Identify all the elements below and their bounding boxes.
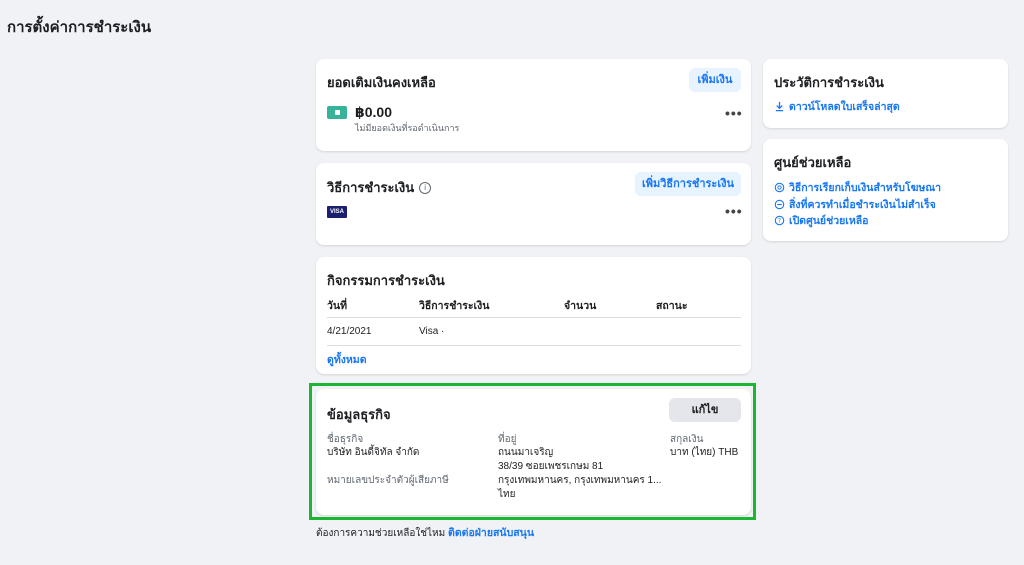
balance-more-button[interactable]: •••	[725, 105, 743, 121]
help-link-billing[interactable]: วิธีการเรียกเก็บเงินสำหรับโฆษณา	[774, 179, 941, 196]
help-link-open-center[interactable]: ? เปิดศูนย์ช่วยเหลือ	[774, 212, 869, 229]
balance-note: ไม่มียอดเงินที่รอดำเนินการ	[355, 123, 460, 133]
question-circle-icon: ?	[774, 215, 785, 226]
column-amount[interactable]: จำนวน	[564, 297, 596, 314]
download-receipt-link[interactable]: ดาวน์โหลดใบเสร็จล่าสุด	[774, 98, 900, 115]
table-divider	[327, 317, 741, 318]
row-date: 4/21/2021	[327, 326, 372, 337]
balance-title: ยอดเติมเงินคงเหลือ	[327, 75, 436, 90]
visa-card-icon: VISA	[327, 206, 347, 218]
info-icon[interactable]: i	[419, 181, 432, 194]
add-payment-method-button[interactable]: เพิ่มวิธีการชำระเงิน	[635, 172, 741, 196]
table-divider	[327, 345, 741, 346]
help-center-title: ศูนย์ช่วยเหลือ	[774, 155, 852, 170]
payment-method-card: วิธีการชำระเงิน i เพิ่มวิธีการชำระเงิน V…	[316, 163, 751, 245]
column-status[interactable]: สถานะ	[656, 297, 687, 314]
payment-history-card: ประวัติการชำระเงิน	[763, 59, 1008, 128]
help-link-failed-payment-label: สิ่งที่ควรทำเมื่อชำระเงินไม่สำเร็จ	[789, 199, 936, 211]
add-funds-button[interactable]: เพิ่มเงิน	[689, 68, 741, 92]
balance-amount: ฿0.00	[355, 104, 392, 120]
row-method: Visa ·	[419, 326, 445, 337]
highlight-box	[309, 383, 756, 520]
help-link-billing-label: วิธีการเรียกเก็บเงินสำหรับโฆษณา	[789, 182, 941, 194]
activity-title: กิจกรรมการชำระเงิน	[327, 273, 445, 288]
support-footer: ต้องการความช่วยเหลือใช่ไหม ติดต่อฝ่ายสนั…	[316, 524, 534, 541]
help-link-failed-payment[interactable]: สิ่งที่ควรทำเมื่อชำระเงินไม่สำเร็จ	[774, 196, 936, 213]
activity-card: กิจกรรมการชำระเงิน วันที่ วิธีการชำระเงิ…	[316, 257, 751, 374]
svg-text:?: ?	[778, 218, 781, 225]
column-method[interactable]: วิธีการชำระเงิน	[419, 297, 489, 314]
contact-support-link[interactable]: ติดต่อฝ่ายสนับสนุน	[448, 527, 534, 539]
view-all-link[interactable]: ดูทั้งหมด	[327, 351, 367, 368]
page-title: การตั้งค่าการชำระเงิน	[7, 19, 152, 36]
wallet-icon	[327, 106, 347, 119]
payment-method-header: วิธีการชำระเงิน i	[327, 177, 432, 198]
minus-circle-icon	[774, 199, 785, 210]
download-icon	[775, 101, 784, 112]
payment-method-more-button[interactable]: •••	[725, 203, 743, 219]
support-question: ต้องการความช่วยเหลือใช่ไหม	[316, 528, 446, 539]
balance-card: ยอดเติมเงินคงเหลือ เพิ่มเงิน ฿0.00 ไม่มี…	[316, 59, 751, 151]
payment-method-title: วิธีการชำระเงิน	[327, 180, 415, 195]
column-date[interactable]: วันที่	[327, 297, 347, 314]
download-receipt-label: ดาวน์โหลดใบเสร็จล่าสุด	[789, 101, 900, 113]
help-link-open-center-label: เปิดศูนย์ช่วยเหลือ	[789, 215, 869, 227]
coins-icon	[774, 182, 785, 193]
payment-history-title: ประวัติการชำระเงิน	[774, 75, 884, 90]
